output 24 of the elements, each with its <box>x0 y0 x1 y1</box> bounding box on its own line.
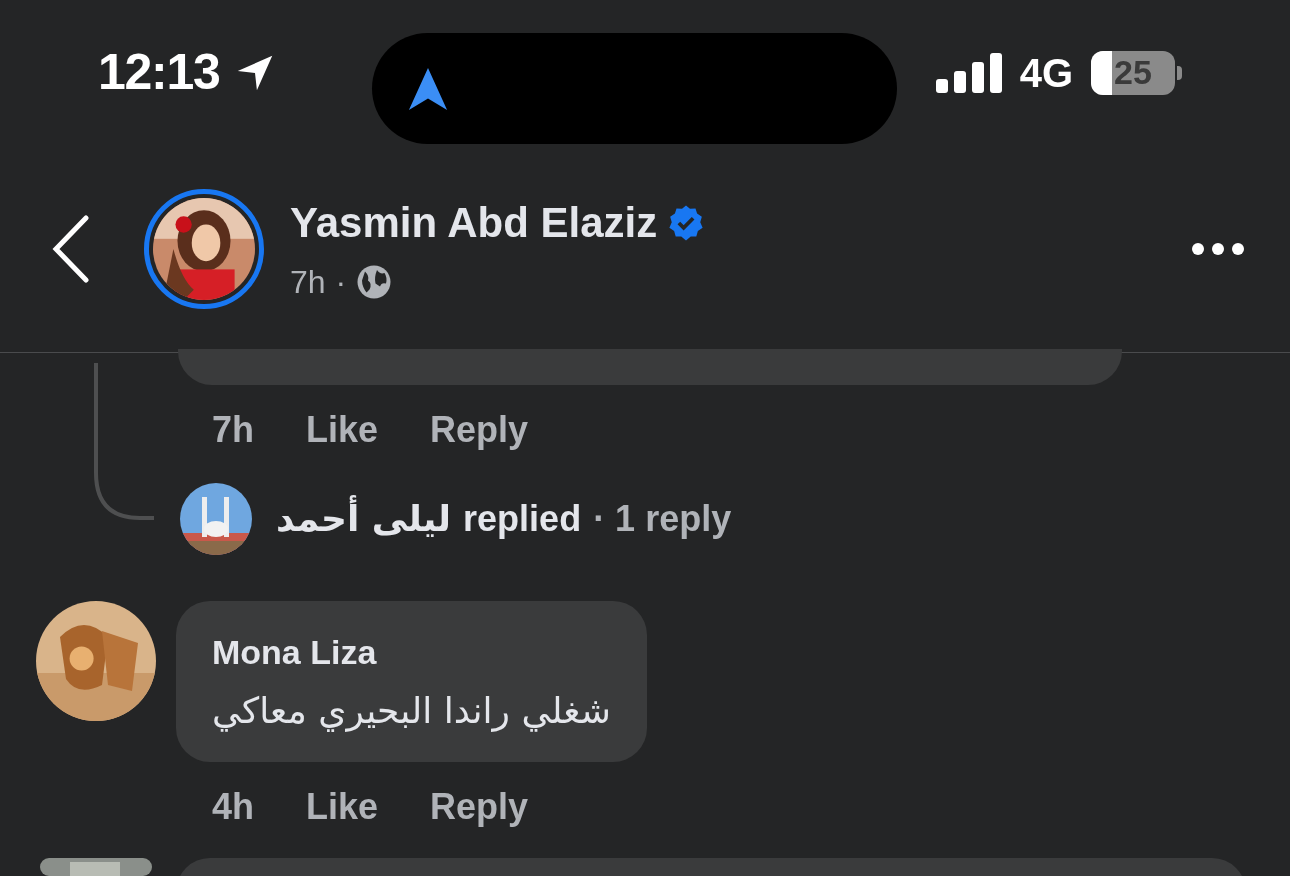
comment-time: 4h <box>212 785 254 829</box>
replied-label: replied <box>463 497 582 541</box>
reply-button[interactable]: Reply <box>430 403 529 457</box>
comment-author[interactable]: Mona Liza <box>212 627 377 678</box>
battery-percentage: 25 <box>1113 52 1153 93</box>
back-chevron-icon <box>50 213 92 284</box>
comment-text: شغلي راندا البحيري معاكي <box>212 689 611 734</box>
clock-time: 12:13 <box>98 43 220 102</box>
battery-tip <box>1177 65 1182 80</box>
network-type: 4G <box>1019 49 1073 97</box>
post-author-name[interactable]: Yasmin Abd Elaziz <box>290 191 658 254</box>
like-button[interactable]: Like <box>306 780 379 834</box>
navigation-arrow-icon <box>408 67 448 110</box>
replier-name[interactable]: ليلى أحمد <box>276 492 452 546</box>
more-dots-icon <box>1191 241 1245 256</box>
like-button[interactable]: Like <box>306 403 379 457</box>
reply-count-link[interactable]: · 1 reply <box>593 492 732 546</box>
comment-time: 7h <box>212 408 254 452</box>
globe-icon <box>356 264 393 300</box>
post-time: 7h <box>290 263 326 302</box>
separator-dot: · <box>335 263 347 302</box>
reply-button[interactable]: Reply <box>430 780 529 834</box>
signal-bars-icon <box>935 52 1002 93</box>
back-button[interactable] <box>50 213 92 284</box>
